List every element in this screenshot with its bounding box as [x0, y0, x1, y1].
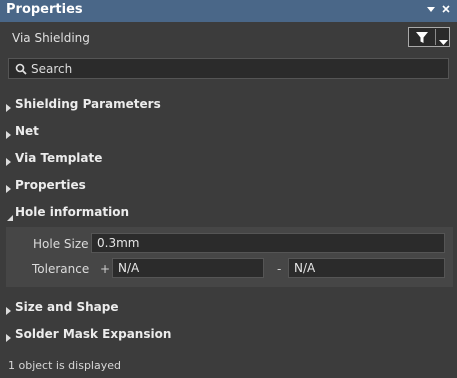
- close-icon[interactable]: [440, 4, 452, 18]
- search-input[interactable]: [31, 59, 431, 78]
- section-via-template[interactable]: Via Template: [0, 148, 457, 170]
- filter-icon: [415, 31, 429, 47]
- plus-tolerance-field[interactable]: N/A: [112, 258, 264, 278]
- panel-titlebar: Properties: [0, 0, 457, 22]
- section-label: Properties: [15, 178, 86, 192]
- plus-tolerance-sign: +: [100, 262, 111, 276]
- object-type-label: Via Shielding: [12, 31, 90, 45]
- section-label: Hole information: [15, 205, 129, 219]
- section-solder-mask-expansion[interactable]: Solder Mask Expansion: [0, 324, 457, 346]
- minus-tolerance-sign: -: [277, 262, 282, 276]
- section-shielding-parameters[interactable]: Shielding Parameters: [0, 94, 457, 116]
- minus-tolerance-field[interactable]: N/A: [288, 258, 445, 278]
- section-properties[interactable]: Properties: [0, 175, 457, 197]
- status-text: 1 object is displayed: [8, 359, 121, 372]
- section-label: Shielding Parameters: [15, 97, 161, 111]
- expand-arrow-icon: [6, 182, 11, 196]
- section-label: Via Template: [15, 151, 103, 165]
- tolerance-label: Tolerance: [32, 262, 90, 276]
- search-icon: [15, 63, 27, 78]
- panel-menu-dropdown-icon[interactable]: [425, 4, 437, 18]
- panel-subheader: Via Shielding: [0, 22, 457, 56]
- chevron-down-icon[interactable]: [439, 35, 448, 49]
- hole-size-label: Hole Size: [33, 237, 89, 251]
- expand-arrow-icon: [6, 155, 11, 169]
- expand-arrow-icon: [6, 101, 11, 115]
- section-hole-information[interactable]: Hole information: [0, 202, 457, 224]
- expand-arrow-icon: [6, 128, 11, 142]
- section-label: Net: [15, 124, 39, 138]
- expand-arrow-icon: [6, 304, 11, 318]
- filter-divider: [435, 29, 436, 45]
- hole-size-field[interactable]: 0.3mm: [91, 233, 445, 253]
- filter-button[interactable]: [408, 27, 450, 47]
- search-box[interactable]: [8, 58, 449, 79]
- hole-information-body: Hole Size 0.3mm Tolerance + N/A - N/A: [6, 227, 453, 287]
- section-label: Solder Mask Expansion: [15, 327, 172, 341]
- expand-arrow-icon: [6, 331, 11, 345]
- section-size-and-shape[interactable]: Size and Shape: [0, 297, 457, 319]
- panel-title: Properties: [6, 2, 83, 17]
- collapse-arrow-icon: [5, 210, 13, 224]
- section-net[interactable]: Net: [0, 121, 457, 143]
- section-label: Size and Shape: [15, 300, 119, 314]
